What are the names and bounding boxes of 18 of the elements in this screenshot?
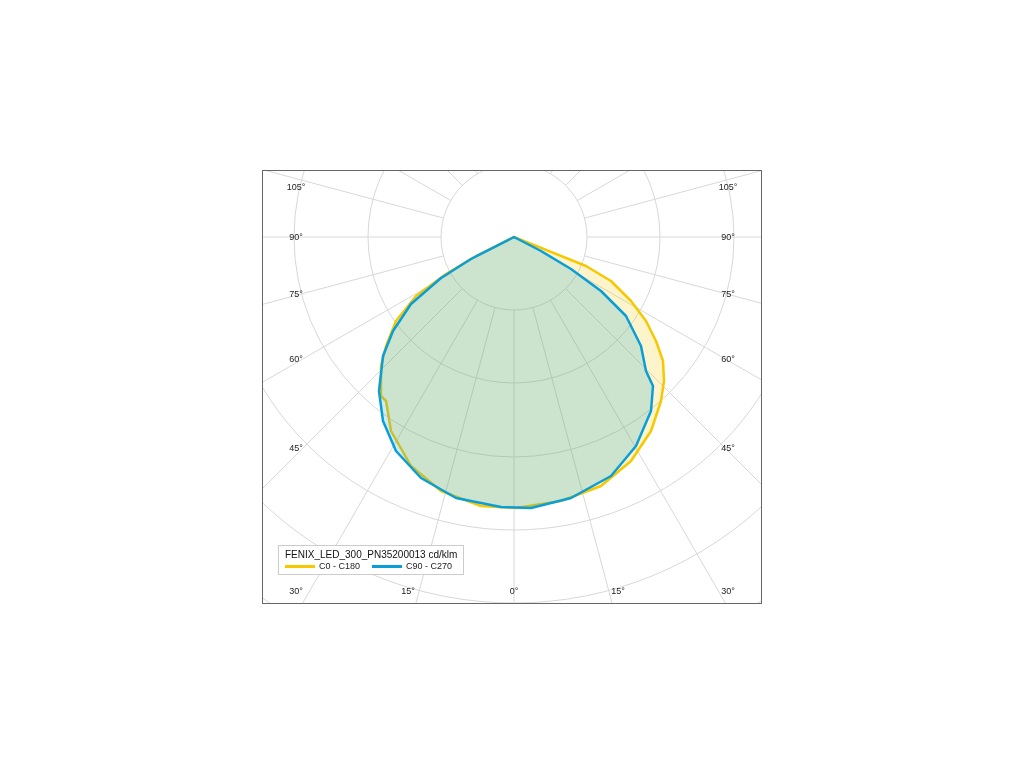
angle-label: 45° <box>289 443 303 453</box>
angle-label: 30° <box>289 586 303 596</box>
angle-label: 15° <box>401 586 415 596</box>
angle-label: 90° <box>721 232 735 242</box>
angle-label: 60° <box>289 354 303 364</box>
angle-label: 75° <box>721 289 735 299</box>
angle-label: 105° <box>286 182 306 192</box>
angle-label: 15° <box>611 586 625 596</box>
legend-title: FENIX_LED_300_PN35200013 cd/klm <box>285 549 458 560</box>
angle-label: 105° <box>718 182 738 192</box>
angle-label: 30° <box>721 586 735 596</box>
legend-label: C90 - C270 <box>406 561 453 571</box>
legend-label: C0 - C180 <box>319 561 361 571</box>
angle-label: 75° <box>289 289 303 299</box>
angle-label: 0° <box>509 586 519 596</box>
angle-label: 45° <box>721 443 735 453</box>
angle-label: 90° <box>289 232 303 242</box>
angle-label: 60° <box>721 354 735 364</box>
